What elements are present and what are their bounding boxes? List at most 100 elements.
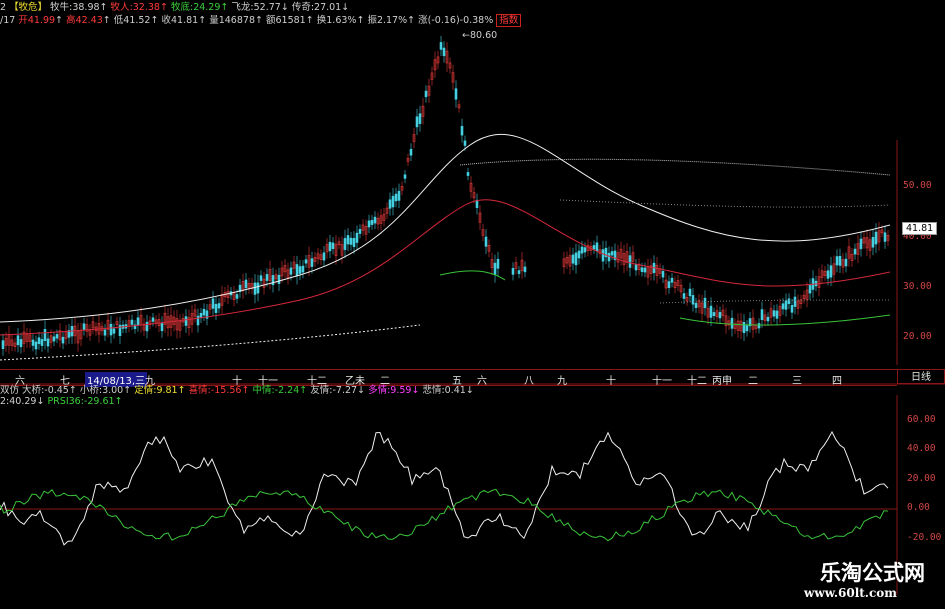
candle-body bbox=[859, 238, 863, 250]
candle-body bbox=[61, 336, 65, 344]
candle-body bbox=[40, 339, 44, 346]
candle-body bbox=[718, 312, 722, 319]
ind-label-4: 中情 bbox=[252, 385, 272, 396]
y-tick-30: 30.00 bbox=[903, 281, 932, 292]
y-tick-50: 50.00 bbox=[903, 180, 932, 191]
period-selector[interactable]: 日线 bbox=[897, 369, 945, 384]
candle-body bbox=[808, 285, 812, 294]
main-price-chart bbox=[0, 35, 945, 385]
candle-body bbox=[640, 267, 644, 272]
candle-body bbox=[694, 302, 698, 309]
ma-line-long bbox=[559, 199, 891, 208]
candle-body bbox=[757, 323, 761, 329]
ind2-arrow-2: ↑ bbox=[114, 396, 123, 407]
ma-line-red bbox=[0, 199, 891, 336]
candle-body bbox=[577, 250, 581, 259]
ind-label-1: 小桥 bbox=[79, 385, 99, 396]
ind-arrow-5: ↓ bbox=[357, 385, 366, 396]
candle-body bbox=[151, 317, 155, 322]
candle-body bbox=[874, 231, 878, 245]
month-label: 九 bbox=[557, 376, 567, 387]
watermark-url: www.60lt.com bbox=[804, 586, 897, 600]
candle-body bbox=[418, 113, 422, 124]
candle-body bbox=[442, 47, 446, 57]
candle-body bbox=[583, 247, 587, 253]
candle-body bbox=[256, 282, 260, 294]
indicator-chart bbox=[0, 430, 897, 546]
candle-body bbox=[244, 279, 248, 289]
candle-body bbox=[571, 254, 575, 264]
candle-body bbox=[595, 242, 599, 252]
candle-body bbox=[730, 317, 734, 329]
candle-body bbox=[403, 174, 407, 179]
candle-body bbox=[301, 265, 305, 273]
candle-body bbox=[388, 199, 392, 209]
candle-body bbox=[328, 241, 332, 252]
candle-body bbox=[391, 195, 395, 208]
ind-arrow-6: ↓ bbox=[411, 385, 420, 396]
ind-value-6: 9.59 bbox=[390, 385, 412, 396]
candle-body bbox=[355, 232, 359, 243]
candle-body bbox=[691, 295, 695, 305]
ind-arrow-2: ↑ bbox=[177, 385, 186, 396]
candle-body bbox=[775, 310, 779, 319]
ind-value-1: 3.00 bbox=[102, 385, 124, 396]
candle-body bbox=[610, 251, 614, 256]
ind-arrow-7: ↓ bbox=[465, 385, 474, 396]
ind-tick-0: 0.00 bbox=[907, 502, 930, 513]
ma-line-long bbox=[659, 299, 891, 304]
candle-body bbox=[202, 308, 206, 316]
candle-body bbox=[184, 316, 188, 326]
ind-arrow-1: ↑ bbox=[123, 385, 132, 396]
candle-body bbox=[346, 235, 350, 245]
candle-body bbox=[787, 298, 791, 305]
candle-body bbox=[214, 303, 218, 313]
candle-body bbox=[1, 340, 5, 349]
candle-body bbox=[784, 300, 788, 310]
candle-body bbox=[523, 266, 527, 273]
ind2-value-2: -29.61 bbox=[83, 396, 115, 407]
ind-value-2: 9.81 bbox=[156, 385, 178, 396]
month-label: 三 bbox=[792, 376, 802, 387]
candle-body bbox=[838, 255, 842, 266]
ind-arrow-0: ↑ bbox=[68, 385, 77, 396]
ind2-value-1: 40.29 bbox=[9, 396, 37, 407]
candle-body bbox=[259, 275, 263, 281]
candle-body bbox=[367, 220, 371, 228]
ind-value-7: 0.41 bbox=[444, 385, 466, 396]
candle-body bbox=[211, 298, 215, 309]
peak-value: 80.60 bbox=[469, 30, 498, 41]
candle-body bbox=[688, 288, 692, 297]
candle-body bbox=[670, 277, 674, 283]
candle-body bbox=[130, 319, 134, 325]
candle-body bbox=[844, 258, 848, 267]
candle-body bbox=[424, 90, 428, 98]
ind-arrow-4: ↑ bbox=[299, 385, 308, 396]
indicator-header-3: 2:40.29↓ PRSI36:-29.61↑ bbox=[0, 396, 123, 407]
candle-body bbox=[466, 172, 470, 176]
candle-body bbox=[871, 237, 875, 248]
candle-body bbox=[643, 267, 647, 273]
candle-body bbox=[772, 310, 776, 317]
candle-body bbox=[295, 264, 299, 277]
ind-value-4: -2.24 bbox=[274, 385, 300, 396]
indicator-name[interactable]: 双仿 bbox=[0, 385, 19, 396]
candle-body bbox=[265, 274, 269, 281]
candle-body bbox=[826, 270, 830, 279]
candle-body bbox=[103, 329, 107, 336]
ind-tick-neg20: -20.00 bbox=[907, 532, 942, 543]
candle-body bbox=[883, 232, 887, 242]
candle-body bbox=[667, 281, 671, 289]
chart-canvas[interactable] bbox=[0, 0, 945, 609]
ma-line-long bbox=[459, 158, 891, 176]
candle-body bbox=[454, 88, 458, 100]
candle-body bbox=[463, 140, 467, 146]
candle-body bbox=[397, 190, 401, 201]
ind-arrow-3: ↑ bbox=[241, 385, 250, 396]
ind-value-3: -15.56 bbox=[210, 385, 242, 396]
candle-body bbox=[145, 321, 149, 332]
candle-body bbox=[607, 252, 611, 262]
y-tick-20: 20.00 bbox=[903, 331, 932, 342]
peak-label: ←80.60 bbox=[462, 30, 498, 41]
candle-body bbox=[289, 267, 293, 275]
